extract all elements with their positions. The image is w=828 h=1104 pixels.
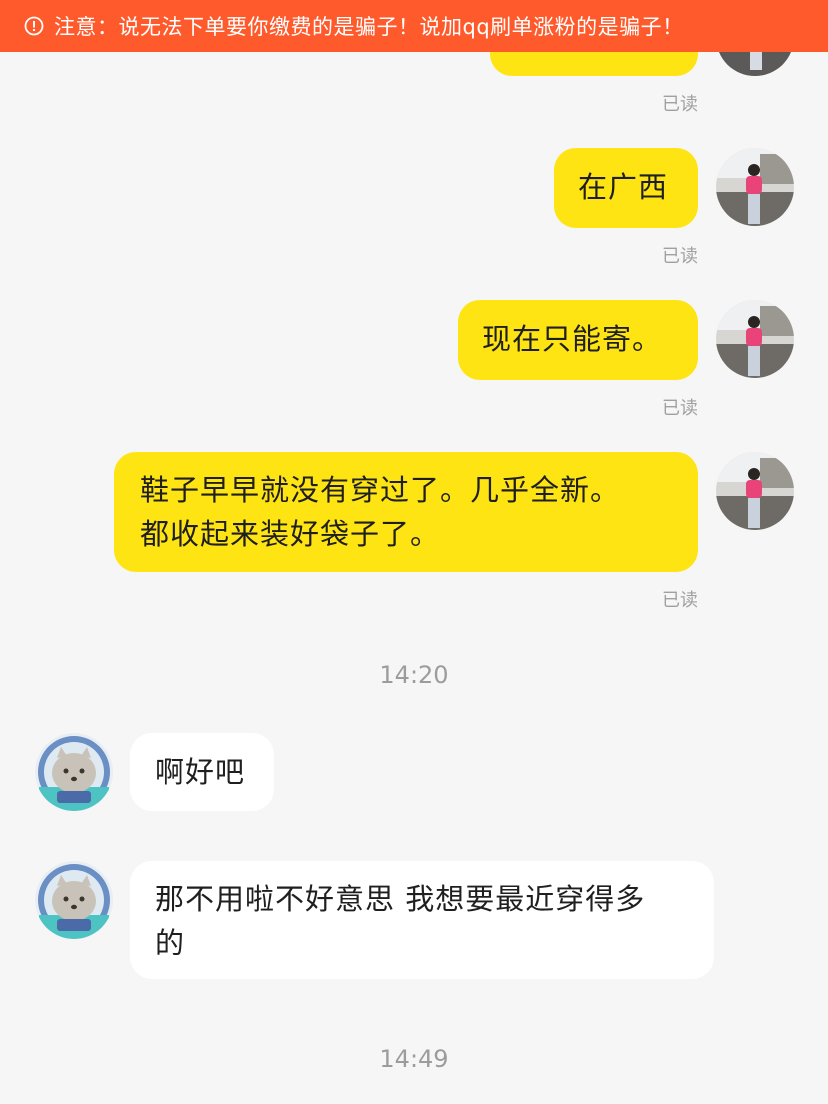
alert-circle-icon (24, 16, 44, 36)
read-receipt: 已读 (662, 398, 698, 419)
my-avatar[interactable] (716, 148, 794, 226)
scam-warning-banner: 注意：说无法下单要你缴费的是骗子！说加qq刷单涨粉的是骗子！ (0, 0, 828, 52)
message-text-line: 的 (155, 926, 186, 960)
message-text-line: 那不用啦不好意思 我想要最近穿得多 (155, 882, 646, 916)
message-text: 在广西 (578, 170, 669, 204)
message-text-line: 都收起来装好袋子了。 (140, 517, 441, 551)
message-text-line: 鞋子早早就没有穿过了。几乎全新。 (140, 473, 621, 507)
message-bubble[interactable]: 那不用啦不好意思 我想要最近穿得多 的 (130, 861, 714, 979)
read-receipt: 已读 (662, 590, 698, 611)
message-bubble[interactable]: 鞋子早早就没有穿过了。几乎全新。 都收起来装好袋子了。 (114, 452, 698, 572)
message-bubble[interactable]: 现在只能寄。 (458, 300, 698, 380)
message-bubble[interactable]: 在广西 (554, 148, 698, 228)
contact-avatar[interactable] (35, 733, 113, 811)
message-text: 现在只能寄。 (482, 322, 663, 356)
message-timestamp: 14:49 (379, 1045, 449, 1073)
my-avatar[interactable] (716, 300, 794, 378)
message-timestamp: 14:20 (379, 661, 449, 689)
my-avatar[interactable] (716, 452, 794, 530)
scam-warning-text: 注意：说无法下单要你缴费的是骗子！说加qq刷单涨粉的是骗子！ (54, 15, 684, 39)
read-receipt: 已读 (662, 246, 698, 267)
read-receipt: 已读 (662, 94, 698, 115)
contact-avatar[interactable] (35, 861, 113, 939)
message-bubble[interactable]: 啊好吧 (130, 733, 274, 811)
message-text: 啊好吧 (155, 755, 246, 789)
